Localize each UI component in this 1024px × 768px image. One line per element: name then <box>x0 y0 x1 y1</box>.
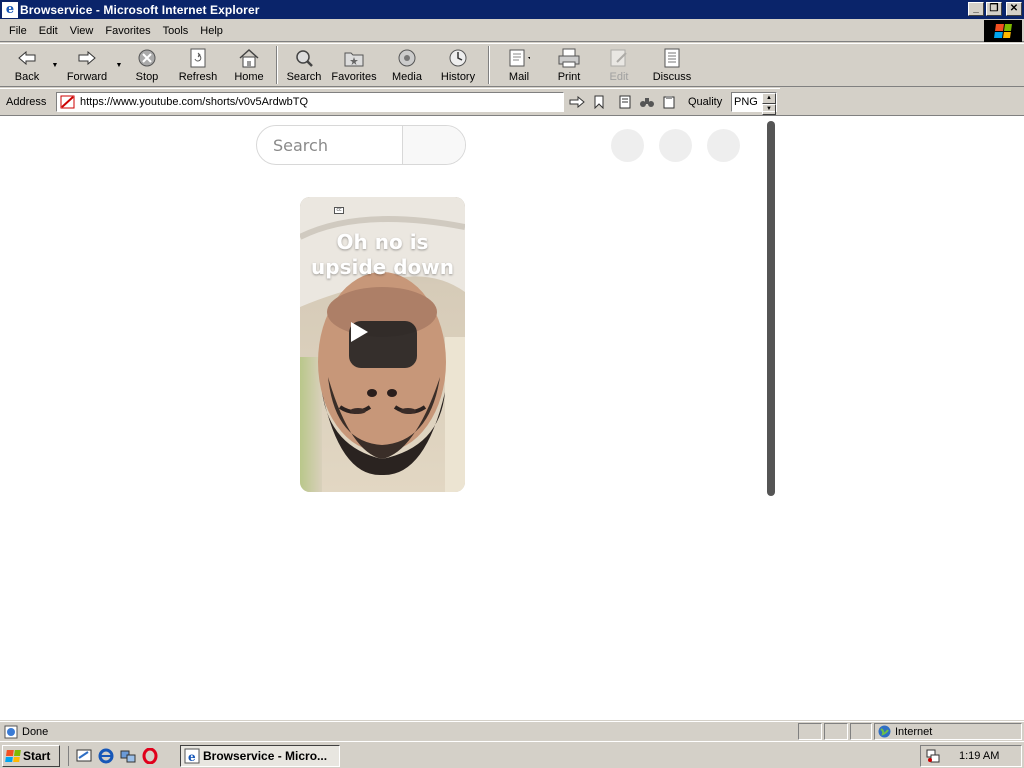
internet-explorer-icon[interactable] <box>97 747 115 765</box>
window-title: Browservice - Microsoft Internet Explore… <box>20 2 260 17</box>
page-icon[interactable] <box>616 93 634 111</box>
discuss-button[interactable]: Discuss <box>644 44 700 86</box>
menu-favorites[interactable]: Favorites <box>99 25 156 37</box>
network-status-icon[interactable] <box>925 748 941 764</box>
youtube-search-bar[interactable]: Search <box>256 125 466 165</box>
shorts-video-player[interactable]: cc Oh no is upside down <box>300 197 465 492</box>
minimize-button[interactable]: _ <box>968 2 984 16</box>
restore-button[interactable]: ❐ <box>986 2 1002 16</box>
network-icon[interactable] <box>119 747 137 765</box>
status-bar: Done Internet <box>0 721 1024 741</box>
status-panel <box>850 723 872 740</box>
back-button[interactable]: Back <box>4 44 50 86</box>
standard-toolbar: Back ▼ Forward ▼ Stop Refresh Home Searc… <box>0 43 1024 87</box>
address-bar: Address https://www.youtube.com/shorts/v… <box>0 88 780 115</box>
bookmark-icon[interactable] <box>590 93 608 111</box>
menu-view[interactable]: View <box>64 25 100 37</box>
forward-button[interactable]: Forward <box>60 44 114 86</box>
address-input[interactable]: https://www.youtube.com/shorts/v0v5Ardwb… <box>56 92 564 112</box>
search-icon <box>293 47 315 69</box>
discuss-icon <box>661 47 683 69</box>
short-overlay-text: Oh no is upside down <box>311 230 454 279</box>
page-done-icon <box>4 725 18 738</box>
search-input[interactable]: Search <box>257 126 402 164</box>
history-icon <box>447 47 469 69</box>
clipboard-icon[interactable] <box>660 93 678 111</box>
close-button[interactable]: ✕ <box>1006 2 1022 16</box>
taskbar-browservice-window[interactable]: e Browservice - Micro... <box>180 745 340 767</box>
start-button[interactable]: Start <box>2 745 60 767</box>
refresh-icon <box>187 47 209 69</box>
edit-page-icon <box>608 47 630 69</box>
address-label: Address <box>6 95 47 108</box>
captions-icon[interactable]: cc <box>334 207 344 214</box>
security-zone: Internet <box>874 723 1022 740</box>
search-button[interactable]: Search <box>282 44 326 86</box>
browser-viewport: Search cc Oh no is upside down <box>0 115 1024 720</box>
windows-throbber-icon <box>984 20 1022 42</box>
quality-value: PNG <box>734 96 758 108</box>
play-button[interactable] <box>349 321 417 368</box>
show-desktop-icon[interactable] <box>75 747 93 765</box>
address-url: https://www.youtube.com/shorts/v0v5Ardwb… <box>80 96 309 108</box>
page-scrollbar-thumb[interactable] <box>767 121 775 496</box>
stop-icon <box>136 47 158 69</box>
media-icon <box>396 47 418 69</box>
back-dropdown[interactable]: ▼ <box>50 44 60 86</box>
internet-globe-icon <box>878 725 891 738</box>
title-bar: e Browservice - Microsoft Internet Explo… <box>0 0 1024 19</box>
print-button[interactable]: Print <box>544 44 594 86</box>
create-button[interactable] <box>611 129 644 162</box>
forward-dropdown[interactable]: ▼ <box>114 44 124 86</box>
toolbar-separator <box>488 46 490 84</box>
edit-button[interactable]: Edit <box>594 44 644 86</box>
quick-launch <box>68 746 159 766</box>
menu-bar: File Edit View Favorites Tools Help <box>0 20 1024 42</box>
history-button[interactable]: History <box>432 44 484 86</box>
back-arrow-icon <box>16 47 38 69</box>
window-controls: _ ❐ ✕ <box>968 2 1022 16</box>
forward-arrow-icon <box>76 47 98 69</box>
ie-logo-icon: e <box>2 1 18 18</box>
status-text: Done <box>22 725 49 738</box>
clock[interactable]: 1:19 AM <box>959 750 999 762</box>
refresh-button[interactable]: Refresh <box>170 44 226 86</box>
media-button[interactable]: Media <box>382 44 432 86</box>
stop-button[interactable]: Stop <box>124 44 170 86</box>
quality-spinner[interactable]: ▲ ▼ <box>762 93 776 115</box>
status-panel <box>824 723 848 740</box>
find-binoculars-icon[interactable] <box>638 93 656 111</box>
avatar-button[interactable] <box>707 129 740 162</box>
opera-icon[interactable] <box>141 747 159 765</box>
zone-label: Internet <box>895 725 933 738</box>
taskbar: Start e Browservice - Micro... 1:19 AM <box>0 741 1024 768</box>
search-submit-button[interactable] <box>402 126 465 164</box>
menu-file[interactable]: File <box>0 25 33 37</box>
mail-icon <box>508 47 530 69</box>
home-button[interactable]: Home <box>226 44 272 86</box>
mail-button[interactable]: Mail <box>494 44 544 86</box>
insecure-page-icon <box>60 95 75 109</box>
svg-text:e: e <box>188 750 196 764</box>
menu-edit[interactable]: Edit <box>33 25 64 37</box>
printer-icon <box>558 47 580 69</box>
system-tray: 1:19 AM <box>920 745 1022 767</box>
ie-page-icon: e <box>184 748 200 764</box>
menu-help[interactable]: Help <box>194 25 229 37</box>
quality-label: Quality <box>688 96 723 108</box>
address-tools <box>568 93 678 111</box>
favorites-folder-icon <box>343 47 365 69</box>
windows-logo-icon <box>5 750 21 762</box>
home-icon <box>238 47 260 69</box>
menu-tools[interactable]: Tools <box>157 25 195 37</box>
notifications-button[interactable] <box>659 129 692 162</box>
status-panel <box>798 723 822 740</box>
go-arrow-icon[interactable] <box>568 93 586 111</box>
favorites-button[interactable]: Favorites <box>326 44 382 86</box>
play-icon <box>351 322 368 342</box>
toolbar-separator <box>276 46 278 84</box>
quality-select[interactable]: PNG ▲ ▼ <box>731 92 777 115</box>
